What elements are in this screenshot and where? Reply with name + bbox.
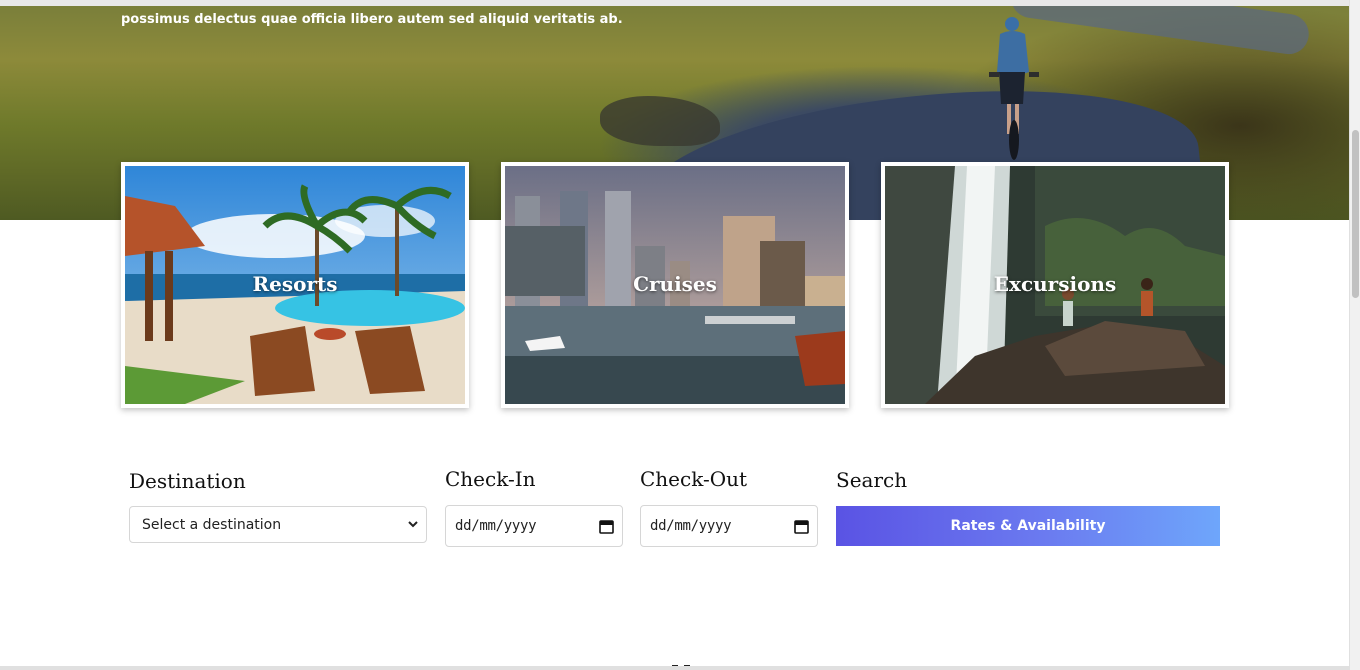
page-scrollbar[interactable] bbox=[1349, 0, 1360, 670]
checkout-date-input[interactable]: dd/mm/yyyy bbox=[640, 505, 818, 547]
window-bottom-edge bbox=[0, 666, 1349, 670]
destination-select[interactable]: Select a destination bbox=[129, 506, 427, 543]
calendar-icon[interactable] bbox=[794, 519, 809, 534]
cyclist-figure bbox=[989, 17, 1039, 160]
hero-text: possimus delectus quae officia libero au… bbox=[121, 12, 623, 27]
checkin-placeholder: dd/mm/yyyy bbox=[455, 518, 537, 534]
chevron-down-icon bbox=[408, 521, 418, 528]
category-label-resorts: Resorts bbox=[252, 272, 338, 296]
destination-label: Destination bbox=[129, 469, 246, 493]
resorts-image: Resorts bbox=[125, 166, 465, 404]
hero-rocks bbox=[600, 96, 720, 146]
category-card-excursions[interactable]: Excursions bbox=[881, 162, 1229, 408]
checkout-label: Check-Out bbox=[640, 467, 748, 491]
category-label-cruises: Cruises bbox=[633, 272, 717, 296]
checkin-date-input[interactable]: dd/mm/yyyy bbox=[445, 505, 623, 547]
hero-distant-road bbox=[1008, 6, 1312, 57]
cruises-image: Cruises bbox=[505, 166, 845, 404]
calendar-icon[interactable] bbox=[599, 519, 614, 534]
checkin-label: Check-In bbox=[445, 467, 536, 491]
excursions-image: Excursions bbox=[885, 166, 1225, 404]
search-label: Search bbox=[836, 468, 908, 492]
category-card-resorts[interactable]: Resorts bbox=[121, 162, 469, 408]
category-card-cruises[interactable]: Cruises bbox=[501, 162, 849, 408]
category-label-excursions: Excursions bbox=[993, 272, 1117, 296]
checkout-placeholder: dd/mm/yyyy bbox=[650, 518, 732, 534]
destination-select-value: Select a destination bbox=[142, 517, 282, 533]
rates-availability-button[interactable]: Rates & Availability bbox=[836, 506, 1220, 546]
scrollbar-thumb[interactable] bbox=[1352, 130, 1359, 298]
